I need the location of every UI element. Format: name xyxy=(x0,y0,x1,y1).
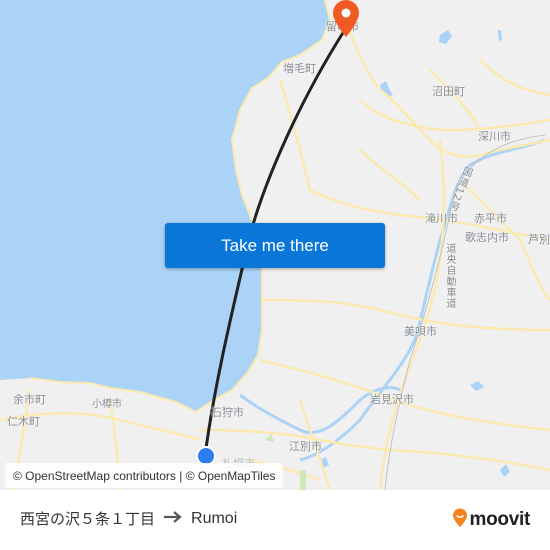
sea xyxy=(0,0,330,412)
moovit-pin-icon xyxy=(452,508,468,532)
place-label-numata: 沼田町 xyxy=(432,85,465,98)
destination-pin-icon[interactable] xyxy=(331,0,361,42)
place-label-ashibetsu: 芦別 xyxy=(528,233,550,246)
map-attribution[interactable]: © OpenStreetMap contributors | © OpenMap… xyxy=(5,463,284,488)
place-label-yoichi: 余市町 xyxy=(13,393,46,406)
place-label-bibai: 美唄市 xyxy=(404,325,437,338)
arrow-right-icon xyxy=(163,510,183,528)
place-label-ebetsu: 江別市 xyxy=(289,440,322,453)
take-me-there-button[interactable]: Take me there xyxy=(165,223,385,268)
origin-stop-name: 西宮の沢５条１丁目 xyxy=(20,510,156,528)
place-label-otaru: 小樽市 xyxy=(92,399,122,410)
place-label-mashike: 増毛町 xyxy=(283,62,316,75)
place-label-ishikari: 石狩市 xyxy=(211,406,244,419)
place-label-akabira: 赤平市 xyxy=(474,212,507,225)
footer: 西宮の沢５条１丁目 Rumoi moovit xyxy=(0,490,550,550)
place-label-iwamizawa: 岩見沢市 xyxy=(370,393,414,406)
place-label-fukagawa: 深川市 xyxy=(478,130,511,143)
place-label-takikawa: 滝川市 xyxy=(425,212,458,225)
map[interactable]: 留萌市 増毛町 沼田町 深川市 国道12号 滝川市 赤平市 歌志内市 芦別 道央… xyxy=(0,0,550,490)
destination-name: Rumoi xyxy=(191,509,238,527)
place-label-doo-expressway: 道央自動車道 xyxy=(444,243,455,309)
place-label-utashinai: 歌志内市 xyxy=(465,231,509,244)
route-title: 西宮の沢５条１丁目 Rumoi xyxy=(20,508,237,529)
moovit-logo-text: moovit xyxy=(469,509,531,530)
place-label-niki: 仁木町 xyxy=(7,415,40,428)
moovit-logo[interactable]: moovit xyxy=(452,508,530,532)
